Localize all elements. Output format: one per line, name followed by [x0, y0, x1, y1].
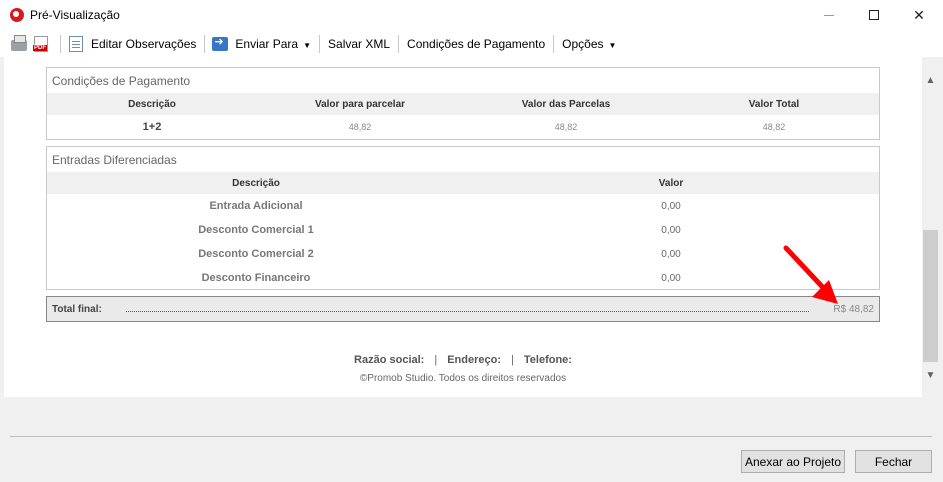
- pdf-button[interactable]: [32, 35, 50, 53]
- total-label: Total final:: [52, 303, 102, 315]
- payment-conditions-button[interactable]: Condições de Pagamento: [405, 37, 547, 51]
- table-cell: 0,00: [661, 200, 681, 212]
- edit-notes-button[interactable]: Editar Observações: [89, 37, 198, 51]
- app-logo-icon: [10, 8, 24, 22]
- edit-notes-icon-button[interactable]: [67, 35, 85, 53]
- column-header: Valor para parcelar: [314, 98, 406, 110]
- table-row: 1+2 48,82 48,82 48,82: [47, 115, 879, 139]
- divider-bar: |: [434, 354, 438, 366]
- dropdown-caret-icon: ▼: [608, 40, 617, 50]
- table-row: Desconto Comercial 1 0,00: [47, 218, 879, 242]
- toolbar-separator: [398, 34, 400, 53]
- close-button[interactable]: ✕: [896, 0, 942, 30]
- table-cell: Entrada Adicional: [209, 200, 303, 212]
- total-value: R$ 48,82: [833, 303, 874, 315]
- table-cell: Desconto Comercial 2: [198, 248, 314, 260]
- options-label: Opções: [562, 36, 604, 51]
- vertical-scrollbar[interactable]: ▲ ▼: [922, 57, 939, 385]
- edit-document-icon: [69, 35, 83, 52]
- toolbar-separator: [319, 34, 321, 53]
- table-row: Entrada Adicional 0,00: [47, 194, 879, 218]
- maximize-button[interactable]: [851, 0, 897, 30]
- scroll-up-icon[interactable]: ▲: [922, 72, 939, 89]
- minimize-button[interactable]: [806, 0, 852, 30]
- window-title: Pré-Visualização: [30, 8, 120, 22]
- toolbar-separator: [204, 34, 206, 53]
- toolbar: Editar Observações Enviar Para ▼ Salvar X…: [0, 30, 943, 57]
- company-info: Razão social: | Endereço: | Telefone:: [4, 354, 922, 366]
- send-to-label: Enviar Para: [235, 36, 299, 51]
- minimize-icon: [824, 14, 834, 16]
- save-xml-button[interactable]: Salvar XML: [326, 37, 392, 51]
- table-cell: Desconto Financeiro: [201, 272, 311, 284]
- bottom-divider: [10, 436, 932, 437]
- table-cell: 48,82: [554, 122, 578, 132]
- table-header: Descrição Valor: [47, 172, 879, 194]
- send-to-icon-button[interactable]: [211, 35, 229, 53]
- column-header: Valor das Parcelas: [521, 98, 611, 110]
- table-row: Desconto Financeiro 0,00: [47, 266, 879, 290]
- attach-to-project-button[interactable]: Anexar ao Projeto: [741, 450, 845, 473]
- divider-bar: |: [511, 354, 514, 366]
- total-final-bar: Total final: R$ 48,82: [46, 296, 880, 322]
- table-cell: 48,82: [348, 122, 372, 132]
- print-button[interactable]: [10, 35, 28, 53]
- scroll-down-icon[interactable]: ▼: [922, 367, 939, 384]
- table-header: Descrição Valor para parcelar Valor das …: [47, 93, 879, 115]
- table-cell: 0,00: [661, 272, 681, 284]
- preview-content: Condições de Pagamento Descrição Valor p…: [4, 57, 922, 397]
- table-cell: 48,82: [762, 122, 786, 132]
- title-bar: Pré-Visualização ✕: [0, 0, 943, 30]
- special-entries-panel: Entradas Diferenciadas Descrição Valor E…: [46, 146, 880, 290]
- phone-label: Telefone:: [523, 354, 572, 366]
- payment-conditions-panel: Condições de Pagamento Descrição Valor p…: [46, 67, 880, 140]
- table-row: Desconto Comercial 2 0,00: [47, 242, 879, 266]
- send-to-button[interactable]: Enviar Para ▼: [233, 37, 313, 51]
- pdf-icon: [33, 35, 48, 52]
- address-label: Endereço:: [447, 354, 502, 366]
- table-cell: 0,00: [661, 248, 681, 260]
- table-cell: 1+2: [142, 121, 162, 133]
- dotted-leader: [125, 306, 810, 312]
- panel-title: Condições de Pagamento: [52, 74, 191, 88]
- close-icon: ✕: [913, 6, 925, 23]
- maximize-icon: [869, 10, 879, 20]
- panel-title: Entradas Diferenciadas: [52, 153, 177, 167]
- table-cell: Desconto Comercial 1: [198, 224, 314, 236]
- dropdown-caret-icon: ▼: [303, 40, 312, 50]
- toolbar-separator: [553, 34, 555, 53]
- printer-icon: [11, 35, 27, 51]
- scroll-thumb[interactable]: [923, 230, 938, 362]
- column-header: Valor Total: [748, 98, 800, 110]
- column-header: Descrição: [232, 177, 280, 189]
- column-header: Descrição: [128, 98, 176, 110]
- table-cell: 0,00: [661, 224, 681, 236]
- close-dialog-button[interactable]: Fechar: [855, 450, 932, 473]
- options-button[interactable]: Opções ▼: [560, 37, 618, 51]
- send-icon: [212, 35, 229, 51]
- copyright-text: ©Promob Studio. Todos os direitos reserv…: [359, 373, 567, 384]
- company-name-label: Razão social:: [354, 354, 425, 366]
- toolbar-separator: [60, 34, 61, 53]
- column-header: Valor: [658, 177, 684, 189]
